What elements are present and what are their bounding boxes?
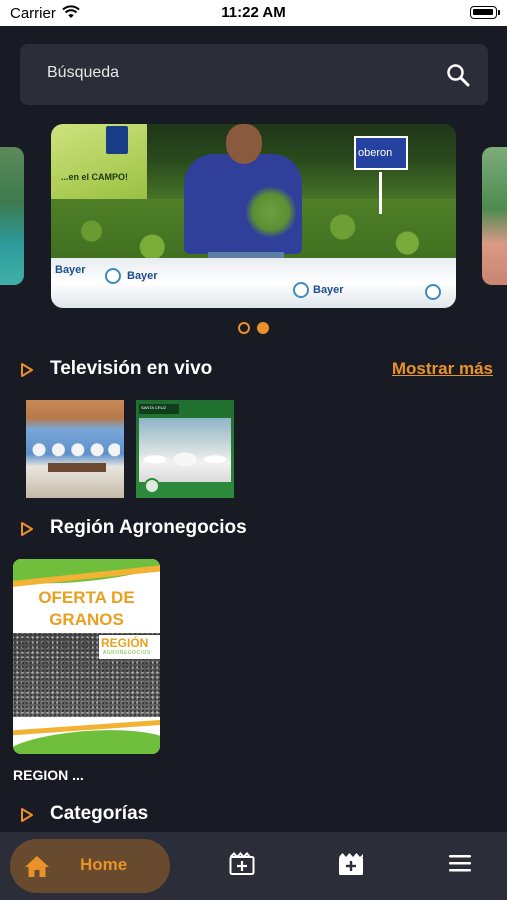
slide-presenter-head — [226, 124, 262, 164]
region-program-card[interactable]: OFERTA DE GRANOS REGIÓN AGRONEGOCIOS — [13, 559, 160, 754]
home-icon — [24, 854, 50, 883]
featured-carousel[interactable]: ...en el CAMPO! oberon Bayer Bayer Bayer — [0, 124, 507, 310]
play-triangle-icon — [20, 362, 34, 383]
clock: 11:22 AM — [221, 4, 286, 21]
add-clip-icon[interactable] — [229, 852, 255, 881]
carousel-slide-previous[interactable] — [0, 147, 24, 285]
battery-icon — [470, 6, 500, 19]
carousel-slide-next[interactable] — [482, 147, 507, 285]
sponsor-label: Bayer — [313, 284, 344, 296]
slide-plant — [246, 184, 296, 254]
thumbnail-people — [142, 434, 228, 480]
section-title: Televisión en vivo — [50, 358, 213, 379]
thumbnail-header-text: SANTA CRUZ — [141, 405, 167, 410]
section-title: Región Agronegocios — [50, 517, 247, 538]
card-title: OFERTA DE GRANOS — [38, 588, 135, 629]
search-input[interactable] — [47, 64, 427, 82]
carousel-slide-current[interactable]: ...en el CAMPO! oberon Bayer Bayer Bayer — [51, 124, 456, 308]
categories-header: Categorías — [0, 801, 507, 829]
bayer-logo-icon — [105, 268, 121, 284]
carousel-pagination — [238, 322, 272, 336]
channel-logo-icon — [144, 478, 160, 494]
live-channel-thumbnail[interactable]: SANTA CRUZ — [136, 400, 234, 498]
bottom-nav: Home — [0, 832, 507, 900]
card-logo-sub: AGRONEGOCIOS — [103, 650, 151, 656]
sponsor-label: Bayer — [127, 270, 158, 282]
bayer-logo-icon — [425, 284, 441, 300]
slide-sign-post — [379, 172, 382, 214]
pagination-dot-inactive[interactable] — [238, 322, 250, 334]
add-film-icon[interactable] — [338, 852, 364, 881]
slide-sign-text: oberon — [358, 147, 393, 159]
section-title: Categorías — [50, 803, 149, 824]
show-more-link[interactable]: Mostrar más — [392, 359, 493, 379]
menu-icon[interactable] — [448, 852, 472, 879]
nav-home-button[interactable]: Home — [10, 839, 170, 893]
slide-banner-text: ...en el CAMPO! — [61, 172, 129, 182]
live-channel-thumbnail[interactable] — [26, 400, 124, 498]
sponsor-label: Bayer — [55, 264, 86, 276]
status-bar: Carrier 11:22 AM — [0, 0, 507, 26]
pagination-dot-active[interactable] — [257, 322, 269, 334]
search-bar[interactable] — [20, 44, 488, 105]
live-tv-header: Televisión en vivo Mostrar más — [0, 356, 507, 384]
nav-home-label: Home — [80, 855, 128, 874]
region-header: Región Agronegocios — [0, 515, 507, 543]
play-triangle-icon — [20, 807, 34, 828]
slide-tag — [106, 126, 128, 154]
card-caption[interactable]: REGION ... — [13, 767, 84, 783]
play-triangle-icon — [20, 521, 34, 542]
bayer-logo-icon — [293, 282, 309, 298]
thumbnail-table — [48, 463, 106, 472]
card-logo: REGIÓN — [101, 636, 149, 650]
search-icon[interactable] — [446, 63, 470, 92]
